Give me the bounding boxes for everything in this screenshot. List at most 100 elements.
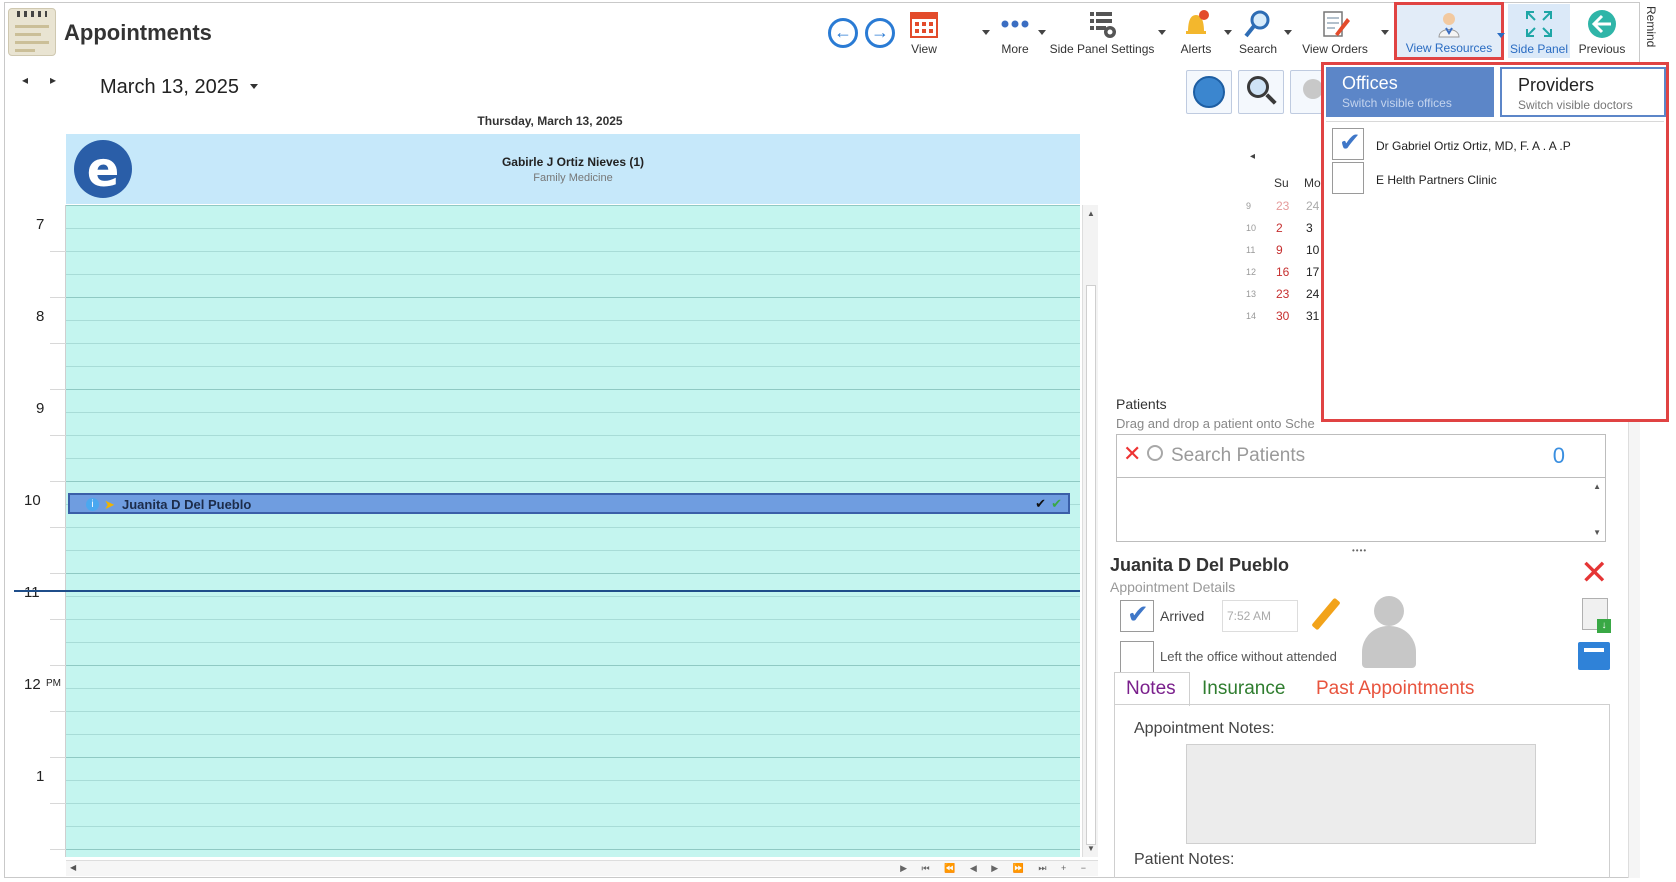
- calendar-icon: [910, 12, 938, 38]
- grid-line: [66, 343, 1080, 344]
- archive-icon[interactable]: [1578, 642, 1610, 670]
- patient-search-box[interactable]: ✕ Search Patients 0: [1116, 434, 1606, 478]
- search-dropdown-icon[interactable]: [1284, 30, 1292, 35]
- scroll-down-icon[interactable]: ▼: [1087, 844, 1095, 853]
- grid-line: [66, 527, 1080, 528]
- calendar-day[interactable]: 31: [1306, 309, 1319, 323]
- find-icon[interactable]: [1238, 70, 1284, 114]
- calendar-day[interactable]: 30: [1276, 309, 1289, 323]
- calendar-day[interactable]: 24: [1306, 199, 1319, 213]
- appointment-block[interactable]: i ➤ Juanita D Del Pueblo ✔ ✔: [68, 493, 1070, 514]
- tab-past-appointments-label[interactable]: Past Appointments: [1316, 678, 1474, 700]
- scroll-left-icon[interactable]: ◀: [70, 863, 76, 872]
- clear-search-icon[interactable]: ✕: [1123, 441, 1141, 467]
- resource-item[interactable]: E Helth Partners Clinic: [1332, 162, 1652, 196]
- schedule-vertical-scrollbar[interactable]: ▲ ▼: [1082, 205, 1098, 857]
- scroll-thumb[interactable]: [1086, 285, 1096, 845]
- document-download-icon[interactable]: ↓: [1582, 598, 1611, 633]
- alerts-button[interactable]: Alerts: [1170, 4, 1222, 58]
- resources-dropdown-icon[interactable]: [1497, 33, 1505, 38]
- search-input[interactable]: Search Patients: [1171, 445, 1305, 467]
- orders-dropdown-icon[interactable]: [1381, 30, 1389, 35]
- date-picker[interactable]: March 13, 2025: [100, 76, 239, 99]
- arrived-check-icon: ✔: [1051, 496, 1062, 511]
- day-heading: Thursday, March 13, 2025: [477, 114, 623, 128]
- resource-name: Dr Gabriel Ortiz Ortiz, MD, F. A . A .P: [1376, 139, 1571, 153]
- tab-notes-label[interactable]: Notes: [1126, 678, 1176, 700]
- patient-list[interactable]: ▲ ▼: [1116, 478, 1606, 542]
- scroll-up-icon[interactable]: ▲: [1593, 482, 1601, 491]
- globe-network-icon[interactable]: [1186, 70, 1232, 114]
- arrived-checkbox[interactable]: ✔: [1120, 599, 1154, 632]
- remind-tab[interactable]: Remind: [1644, 6, 1658, 47]
- resource-checkbox[interactable]: ✔: [1332, 127, 1364, 160]
- alerts-dropdown-icon[interactable]: [1224, 30, 1232, 35]
- resource-item[interactable]: ✔ Dr Gabriel Ortiz Ortiz, MD, F. A . A .…: [1332, 127, 1652, 162]
- side-panel-settings-button[interactable]: Side Panel Settings: [1046, 4, 1158, 58]
- grid-line: [66, 274, 1080, 275]
- more-dropdown-icon[interactable]: [1038, 30, 1046, 35]
- scroll-down-icon[interactable]: ▼: [1593, 528, 1601, 537]
- arrived-time-field[interactable]: 7:52 AM: [1222, 600, 1298, 632]
- confirmed-check-icon: ✔: [1035, 496, 1046, 511]
- tab-offices-title: Offices: [1342, 73, 1398, 93]
- pencil-icon[interactable]: [1308, 597, 1342, 632]
- tab-insurance-label[interactable]: Insurance: [1202, 678, 1285, 700]
- scroll-up-icon[interactable]: ▲: [1087, 209, 1095, 218]
- tab-providers[interactable]: Providers Switch visible doctors: [1500, 67, 1666, 117]
- left-office-checkbox[interactable]: [1120, 641, 1154, 673]
- hour-line: [66, 665, 1080, 666]
- side-panel-button[interactable]: Side Panel: [1508, 4, 1570, 58]
- previous-day-icon[interactable]: ◂: [22, 73, 28, 87]
- provider-logo: e: [74, 140, 132, 198]
- view-orders-button[interactable]: View Orders: [1296, 4, 1374, 58]
- splitter-handle[interactable]: ••••: [1352, 546, 1367, 555]
- tab-offices[interactable]: Offices Switch visible offices: [1326, 67, 1494, 117]
- grid-line: [66, 711, 1080, 712]
- previous-button[interactable]: Previous: [1574, 4, 1630, 58]
- mini-calendar-prev-icon[interactable]: ◂: [1250, 151, 1255, 162]
- calendar-day[interactable]: 17: [1306, 265, 1319, 279]
- tab-providers-title: Providers: [1518, 75, 1595, 95]
- date-dropdown-icon[interactable]: [250, 84, 258, 89]
- forward-arrow-icon[interactable]: →: [865, 18, 895, 48]
- bell-icon: [1186, 10, 1209, 34]
- more-dots-icon: [1001, 20, 1029, 28]
- settings-dropdown-icon[interactable]: [1158, 30, 1166, 35]
- appointment-notes-field[interactable]: [1186, 744, 1536, 844]
- view-resources-button[interactable]: View Resources: [1394, 2, 1505, 60]
- hour-line: [66, 481, 1080, 482]
- week-number: 12: [1246, 267, 1257, 277]
- view-dropdown-icon[interactable]: [982, 30, 990, 35]
- info-icon[interactable]: i: [86, 498, 99, 511]
- weekday-header: Mo: [1304, 176, 1321, 190]
- view-button[interactable]: View: [896, 4, 952, 58]
- cancel-appointment-icon[interactable]: ✕: [1580, 553, 1609, 593]
- search-button[interactable]: Search: [1232, 4, 1284, 58]
- hour-line: [66, 205, 1080, 206]
- schedule-horizontal-scrollbar[interactable]: ◀ ▶ ⏮ ⏪ ◀ ▶ ⏩ ⏭ + −: [66, 860, 1098, 876]
- calendar-day[interactable]: 2: [1276, 221, 1283, 235]
- calendar-day[interactable]: 23: [1276, 199, 1289, 213]
- calendar-day[interactable]: 9: [1276, 243, 1283, 257]
- weekday-header: Su: [1274, 176, 1289, 190]
- patient-notes-label: Patient Notes:: [1134, 851, 1235, 868]
- schedule-grid[interactable]: [66, 205, 1080, 857]
- back-arrow-icon[interactable]: ←: [828, 18, 858, 48]
- checkmark-icon: ✔: [1339, 127, 1361, 157]
- resource-pager-icons[interactable]: ▶ ⏮ ⏪ ◀ ▶ ⏩ ⏭ + −: [900, 863, 1092, 874]
- grid-line: [66, 803, 1080, 804]
- provider-header: [66, 134, 1080, 204]
- calendar-day[interactable]: 23: [1276, 287, 1289, 301]
- hour-label: 12: [24, 676, 41, 693]
- next-day-icon[interactable]: ▸: [50, 73, 56, 87]
- patient-avatar: [1356, 596, 1420, 670]
- calendar-day[interactable]: 3: [1306, 221, 1313, 235]
- grid-line: [66, 734, 1080, 735]
- calendar-day[interactable]: 16: [1276, 265, 1289, 279]
- calendar-day[interactable]: 10: [1306, 243, 1319, 257]
- calendar-day[interactable]: 24: [1306, 287, 1319, 301]
- more-button[interactable]: More: [990, 4, 1040, 58]
- resource-checkbox[interactable]: [1332, 162, 1364, 194]
- resource-name: E Helth Partners Clinic: [1376, 173, 1497, 187]
